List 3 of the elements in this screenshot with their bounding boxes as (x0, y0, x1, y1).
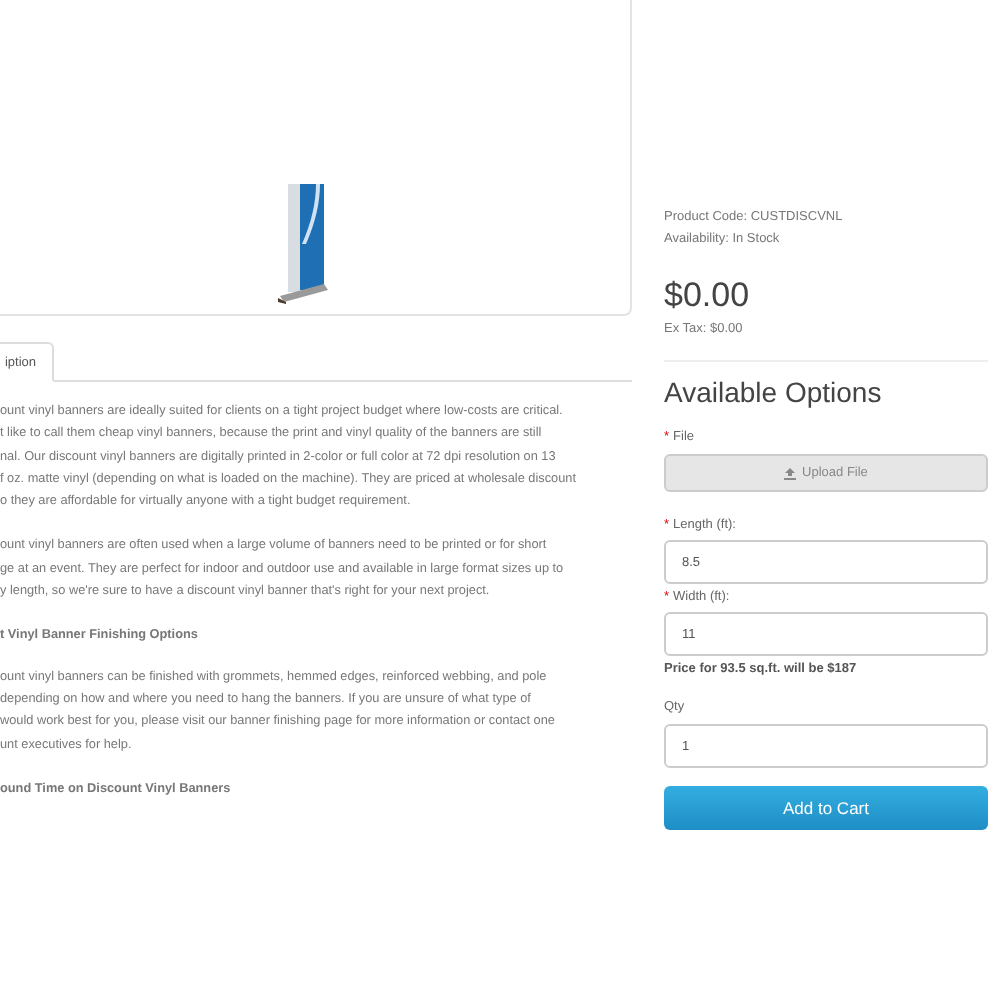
upload-icon (784, 467, 797, 479)
price: $0.00 (664, 274, 752, 318)
options-title: Available Options (664, 374, 884, 410)
